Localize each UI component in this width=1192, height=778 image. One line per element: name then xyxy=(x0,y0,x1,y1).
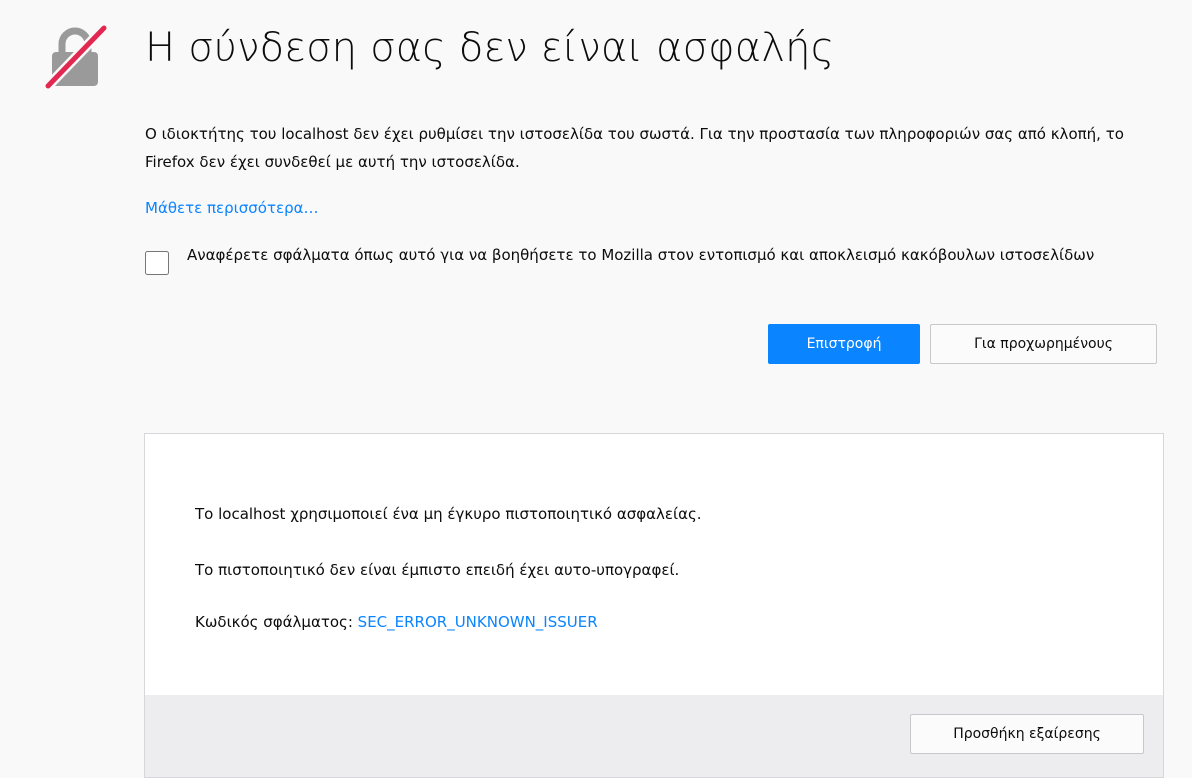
error-code-label: Κωδικός σφάλματος: xyxy=(195,613,358,631)
report-errors-label: Αναφέρετε σφάλματα όπως αυτό για να βοηθ… xyxy=(187,246,1095,264)
advanced-panel: Το localhost χρησιμοποιεί ένα μη έγκυρο … xyxy=(144,433,1164,778)
error-description: Ο ιδιοκτήτης του localhost δεν έχει ρυθμ… xyxy=(145,125,1124,171)
page-title: Η σύνδεση σας δεν είναι ασφαλής xyxy=(145,25,835,71)
report-errors-checkbox[interactable] xyxy=(145,251,169,275)
advanced-button[interactable]: Για προχωρημένους xyxy=(930,324,1157,364)
self-signed-text: Το πιστοποιητικό δεν είναι έμπιστο επειδ… xyxy=(195,561,680,579)
error-code-line: Κωδικός σφάλματος: SEC_ERROR_UNKNOWN_ISS… xyxy=(195,610,598,634)
go-back-button[interactable]: Επιστροφή xyxy=(768,324,920,364)
invalid-certificate-text: Το localhost χρησιμοποιεί ένα μη έγκυρο … xyxy=(195,505,702,523)
broken-lock-icon xyxy=(44,24,108,90)
advanced-panel-footer: Προσθήκη εξαίρεσης xyxy=(145,695,1163,777)
error-code-link[interactable]: SEC_ERROR_UNKNOWN_ISSUER xyxy=(358,613,598,631)
add-exception-button[interactable]: Προσθήκη εξαίρεσης xyxy=(910,714,1144,754)
learn-more-link[interactable]: Μάθετε περισσότερα… xyxy=(145,195,319,221)
